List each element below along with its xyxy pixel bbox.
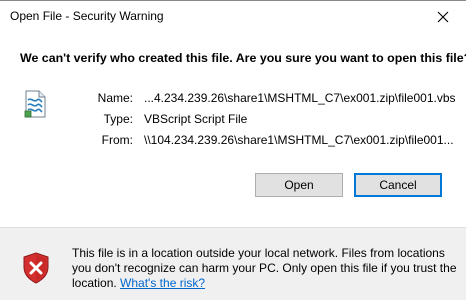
- from-label: From:: [101, 133, 133, 147]
- security-shield-icon: [22, 252, 50, 284]
- title-bar: Open File - Security Warning: [0, 1, 466, 33]
- close-button[interactable]: [420, 1, 466, 33]
- open-button[interactable]: Open: [255, 173, 343, 197]
- warning-message: This file is in a location outside your …: [72, 246, 460, 291]
- warning-footer: This file is in a location outside your …: [0, 227, 466, 300]
- type-label: Type:: [103, 112, 133, 126]
- security-warning-dialog: Open File - Security Warning We can't ve…: [0, 0, 466, 300]
- whats-the-risk-link[interactable]: What's the risk?: [120, 276, 205, 290]
- name-value: ...4.234.239.26\share1\MSHTML_C7\ex001.z…: [144, 91, 456, 105]
- from-value: \\104.234.239.26\share1\MSHTML_C7\ex001.…: [144, 133, 454, 147]
- type-value: VBScript Script File: [144, 112, 248, 126]
- detail-row-name: Name: ...4.234.239.26\share1\MSHTML_C7\e…: [0, 91, 466, 107]
- close-icon: [437, 11, 449, 23]
- name-label: Name:: [97, 91, 133, 105]
- window-title: Open File - Security Warning: [10, 9, 164, 23]
- detail-row-from: From: \\104.234.239.26\share1\MSHTML_C7\…: [0, 133, 466, 149]
- security-question: We can't verify who created this file. A…: [20, 51, 466, 65]
- dialog-content: We can't verify who created this file. A…: [0, 33, 466, 213]
- detail-row-type: Type: VBScript Script File: [0, 112, 466, 128]
- cancel-button[interactable]: Cancel: [354, 173, 442, 197]
